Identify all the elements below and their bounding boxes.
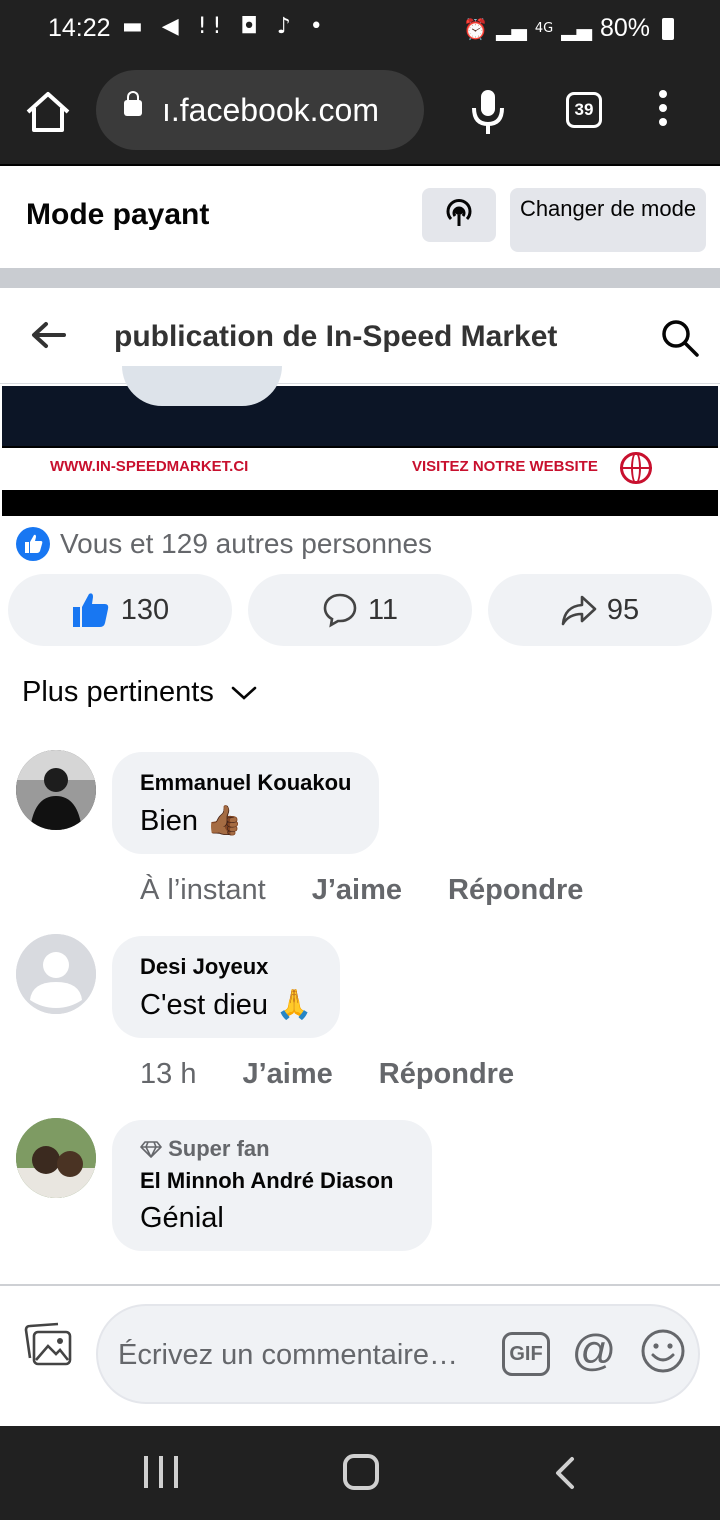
system-nav-bar [0, 1426, 720, 1520]
signal-icon-2: ▂▄ [561, 16, 592, 41]
page-title: publication de In-Speed Market [114, 320, 558, 353]
comment-text: Génial [140, 1202, 224, 1234]
back-arrow-icon[interactable] [30, 320, 66, 350]
home-icon[interactable] [22, 86, 74, 138]
like-reaction-icon [16, 527, 50, 561]
comment-bubble: Super fan El Minnoh André Diason Génial [112, 1120, 432, 1251]
comment-input[interactable] [118, 1332, 488, 1378]
battery-percent: 80% [599, 14, 650, 42]
like-button[interactable]: 130 [8, 574, 232, 646]
post-header: publication de In-Speed Market [0, 288, 720, 384]
avatar[interactable] [16, 934, 96, 1014]
alarm-icon: ⏰ [463, 16, 489, 41]
badge-label: Super fan [168, 1136, 270, 1161]
photo-icon[interactable] [24, 1322, 74, 1368]
comment-text: C'est dieu 🙏 [140, 989, 313, 1021]
comment-text: Bien 👍🏾 [140, 805, 243, 837]
comment-input-box[interactable]: GIF @ [96, 1304, 700, 1404]
comment-author[interactable]: Desi Joyeux [140, 954, 312, 980]
like-count: 130 [120, 593, 170, 626]
status-right: ⏰ ▂▄ 4G ▂▄ 80% [463, 14, 674, 43]
gif-button[interactable]: GIF [502, 1332, 550, 1376]
comment-sort-dropdown[interactable]: Plus pertinents [22, 676, 258, 709]
share-count: 95 [606, 593, 640, 626]
comment-reply-button[interactable]: Répondre [379, 1058, 514, 1091]
share-icon [561, 595, 597, 626]
divider [0, 268, 720, 288]
reaction-summary[interactable]: Vous et 129 autres personnes [16, 526, 432, 562]
url-text: ı.facebook.com [162, 92, 379, 128]
search-icon[interactable] [660, 318, 700, 358]
mode-title: Mode payant [26, 198, 210, 231]
thumbs-up-icon [72, 593, 108, 627]
product-image [122, 366, 282, 406]
avatar-photo [16, 1118, 96, 1198]
browser-toolbar: ı.facebook.com 39 [0, 56, 720, 166]
comment-author[interactable]: Emmanuel Kouakou [140, 770, 351, 796]
comment-time: À l’instant [140, 874, 266, 906]
diamond-icon [140, 1141, 162, 1158]
mode-bar: Mode payant Changer de mode [0, 168, 720, 268]
comment-bubble: Emmanuel Kouakou Bien 👍🏾 [112, 752, 380, 854]
comment-composer: GIF @ [0, 1284, 720, 1426]
ad-cta: VISITEZ NOTRE WEBSITE [412, 458, 598, 475]
super-fan-badge: Super fan [140, 1136, 404, 1162]
tab-switcher-button[interactable]: 39 [566, 92, 602, 128]
comment-actions: À l’instant J’aime Répondre [140, 874, 583, 907]
podcast-button[interactable] [422, 188, 496, 242]
image-dark-area [2, 366, 718, 446]
home-nav-icon[interactable] [343, 1454, 379, 1490]
reaction-summary-text: Vous et 129 autres personnes [60, 528, 433, 559]
sort-label: Plus pertinents [22, 676, 214, 708]
comment-reply-button[interactable]: Répondre [448, 874, 583, 907]
comment-time: 13 h [140, 1058, 197, 1090]
signal-icon: ▂▄ [496, 16, 527, 41]
comment-like-button[interactable]: J’aime [242, 1058, 332, 1091]
avatar[interactable] [16, 1118, 96, 1198]
status-bar: 14:22 ▬ ◀ !! ◘ ♪ • ⏰ ▂▄ 4G ▂▄ 80% [0, 0, 720, 56]
avatar-photo [16, 750, 96, 830]
battery-icon [662, 17, 674, 40]
url-bar[interactable]: ı.facebook.com [96, 70, 424, 150]
emoji-icon[interactable] [638, 1326, 688, 1376]
ad-banner-strip: WWW.IN-SPEEDMARKET.CI VISITEZ NOTRE WEBS… [2, 448, 718, 490]
recents-icon[interactable] [144, 1456, 178, 1488]
comment-count: 11 [367, 593, 399, 626]
ad-website: WWW.IN-SPEEDMARKET.CI [50, 458, 249, 475]
default-avatar-icon [16, 934, 96, 1014]
lock-icon [124, 91, 142, 116]
microphone-icon[interactable] [468, 86, 508, 136]
comment-bubble: Desi Joyeux C'est dieu 🙏 [112, 936, 341, 1038]
post-image[interactable]: WWW.IN-SPEEDMARKET.CI VISITEZ NOTRE WEBS… [2, 366, 718, 516]
comment-like-button[interactable]: J’aime [312, 874, 402, 907]
notification-icons: ▬ ◀ !! ◘ ♪ • [122, 14, 329, 39]
chevron-down-icon [231, 686, 257, 700]
change-mode-button[interactable]: Changer de mode [510, 188, 706, 252]
avatar[interactable] [16, 750, 96, 830]
globe-icon [620, 452, 652, 484]
clock: 14:22 [48, 14, 111, 42]
comment-icon [323, 593, 357, 628]
share-button[interactable]: 95 [488, 574, 712, 646]
comment-author[interactable]: El Minnoh André Diason [140, 1168, 404, 1194]
comment-button[interactable]: 11 [248, 574, 472, 646]
mention-button[interactable]: @ [570, 1326, 618, 1376]
podcast-icon [446, 199, 472, 226]
more-menu-icon[interactable] [656, 90, 670, 134]
comment-actions: 13 h J’aime Répondre [140, 1058, 514, 1091]
back-nav-icon[interactable] [550, 1456, 582, 1490]
network-type: 4G [534, 21, 554, 36]
